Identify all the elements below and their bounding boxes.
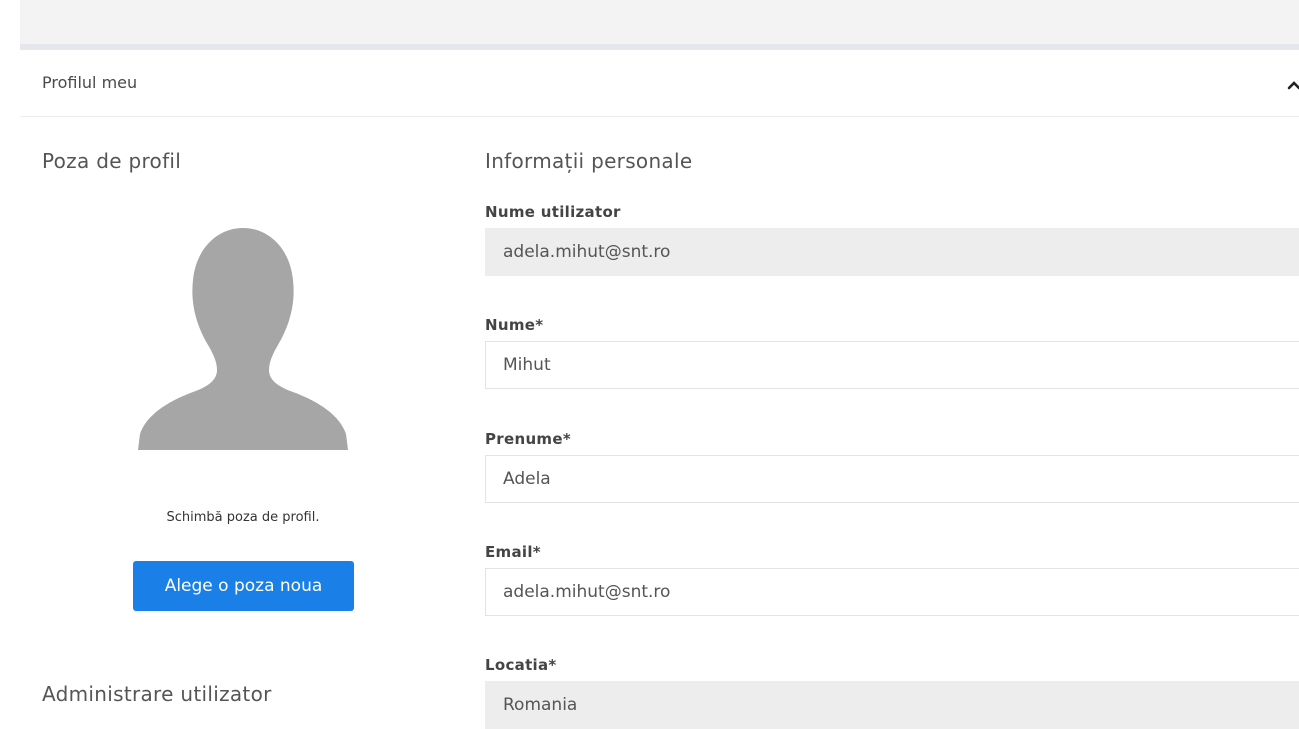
profile-picture-title: Poza de profil [42,149,182,173]
admin-section-title: Administrare utilizator [42,682,272,706]
first-name-field[interactable] [485,455,1299,503]
username-label: Nume utilizator [485,203,621,221]
chevron-up-icon[interactable] [1287,78,1299,92]
profile-panel: Profilul meu Poza de profil Schimbă poza… [20,50,1299,729]
top-band [20,0,1299,44]
panel-title: Profilul meu [42,73,138,92]
personal-info-title: Informații personale [485,149,693,173]
location-label: Locatia* [485,656,557,674]
choose-photo-button[interactable]: Alege o poza noua [133,561,354,611]
last-name-field[interactable] [485,341,1299,389]
user-silhouette-icon [138,228,348,450]
panel-header[interactable]: Profilul meu [20,50,1299,117]
email-field[interactable] [485,568,1299,616]
username-field[interactable] [485,228,1299,276]
location-field[interactable] [485,681,1299,729]
last-name-label: Nume* [485,316,544,334]
email-label: Email* [485,543,541,561]
avatar-caption: Schimbă poza de profil. [166,510,320,525]
first-name-label: Prenume* [485,430,571,448]
